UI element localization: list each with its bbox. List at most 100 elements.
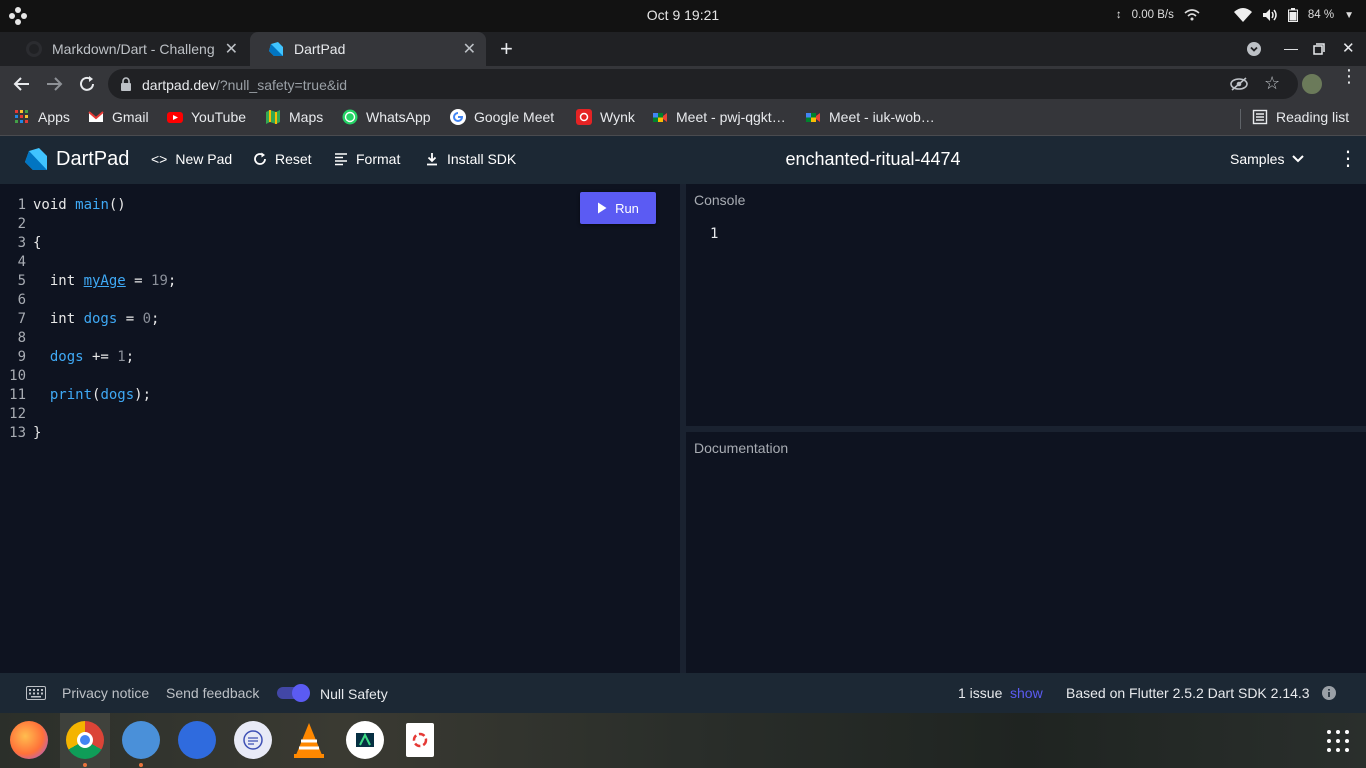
line-number: 4	[17, 254, 26, 270]
more-vert-icon[interactable]: ⋮	[1338, 148, 1358, 170]
battery-percent: 84 %	[1307, 9, 1335, 21]
keyboard-icon[interactable]	[26, 686, 46, 703]
code-line: 12	[0, 406, 26, 425]
wynk-icon	[576, 109, 592, 125]
console-pane: Console 1	[686, 184, 1366, 426]
bookmark-wynk[interactable]: Wynk	[576, 109, 635, 125]
documentation-pane: Documentation	[686, 432, 1366, 673]
new-tab-button[interactable]: +	[500, 36, 513, 62]
reading-list-button[interactable]: Reading list	[1252, 109, 1349, 125]
bookmark-label: Apps	[38, 109, 70, 125]
code-line: 7 int dogs = 0;	[0, 311, 160, 330]
code-line: 4	[0, 254, 26, 273]
window-close-icon[interactable]: ✕	[1342, 39, 1355, 57]
minimize-icon[interactable]: —	[1284, 40, 1298, 56]
run-label: Run	[615, 200, 639, 216]
forward-icon[interactable]	[44, 74, 64, 99]
tab-search-icon[interactable]	[1246, 41, 1262, 62]
dartpad-footer: Privacy notice Send feedback Null Safety…	[0, 673, 1366, 713]
url-domain: dartpad.dev	[142, 77, 216, 93]
line-number: 8	[17, 330, 26, 346]
line-number: 1	[17, 197, 26, 213]
bookmark-label: YouTube	[191, 109, 247, 125]
bookmark-meet-1[interactable]: Meet - pwj-qgkt…	[652, 109, 786, 125]
info-icon[interactable]	[1322, 686, 1336, 703]
trash-icon[interactable]	[406, 723, 434, 757]
more-vert-icon[interactable]: ⋮	[1340, 67, 1358, 85]
github-icon	[26, 41, 42, 57]
bookmark-star-icon[interactable]: ☆	[1264, 73, 1280, 94]
tab-markdown-dart[interactable]: Markdown/Dart - Challeng ✕	[8, 32, 248, 66]
android-studio-icon[interactable]	[346, 721, 384, 759]
samples-dropdown[interactable]: Samples	[1230, 151, 1305, 167]
bookmarks-bar: Apps Gmail YouTube Maps WhatsApp Google …	[0, 102, 1366, 136]
taskbar-dock	[0, 713, 1366, 768]
omnibox[interactable]: dartpad.dev/?null_safety=true&id ☆	[108, 69, 1298, 99]
maximize-icon[interactable]	[1313, 42, 1325, 60]
network-speed-icon: ↕	[1115, 9, 1122, 21]
code-editor[interactable]: 1 void main() 2 3{ 4 5 int myAge = 19; 6 …	[0, 184, 680, 673]
line-number: 12	[9, 406, 26, 422]
battery-icon	[1287, 8, 1298, 22]
pad-title[interactable]: enchanted-ritual-4474	[0, 149, 1366, 170]
tab-dartpad[interactable]: DartPad ✕	[250, 32, 486, 66]
back-icon[interactable]	[12, 74, 32, 99]
lock-icon[interactable]	[120, 77, 132, 96]
line-number: 11	[9, 387, 26, 403]
hotspot-icon	[1184, 9, 1200, 21]
bookmark-google-meet[interactable]: Google Meet	[450, 109, 554, 125]
bookmark-maps[interactable]: Maps	[265, 109, 323, 125]
chevron-down-icon: ▼	[1344, 9, 1354, 21]
running-indicator	[83, 763, 87, 767]
line-number: 9	[17, 349, 26, 365]
code-line: 9 dogs += 1;	[0, 349, 135, 368]
code-line: 8	[0, 330, 26, 349]
code-line: 6	[0, 292, 26, 311]
profile-avatar[interactable]	[1300, 72, 1324, 96]
system-tray[interactable]: ↕ 0.00 B/s 84 % ▼	[1116, 8, 1354, 22]
close-icon[interactable]: ✕	[225, 39, 238, 59]
reading-list-icon	[1252, 109, 1268, 125]
bookmark-label: Wynk	[600, 109, 635, 125]
line-number: 10	[9, 368, 26, 384]
bookmark-label: WhatsApp	[366, 109, 431, 125]
address-bar-row: dartpad.dev/?null_safety=true&id ☆ ⋮	[0, 66, 1366, 102]
tab-title: DartPad	[294, 41, 346, 57]
code-line: 1 void main()	[0, 197, 126, 216]
console-title: Console	[694, 192, 746, 208]
line-number: 3	[17, 235, 26, 251]
code-line: 13}	[0, 425, 41, 444]
software-icon[interactable]	[178, 721, 216, 759]
text-editor-icon[interactable]	[234, 721, 272, 759]
vlc-icon[interactable]	[292, 721, 326, 764]
firefox-icon[interactable]	[10, 721, 48, 759]
eye-off-icon[interactable]	[1230, 76, 1248, 97]
reading-list-label: Reading list	[1276, 109, 1350, 125]
run-button[interactable]: Run	[580, 192, 656, 224]
google-icon	[450, 109, 466, 125]
reload-icon[interactable]	[77, 74, 97, 99]
bookmark-gmail[interactable]: Gmail	[88, 109, 149, 125]
meet-icon	[653, 113, 667, 122]
system-top-bar: Oct 9 19:21 ↕ 0.00 B/s 84 % ▼	[0, 0, 1366, 32]
bookmark-youtube[interactable]: YouTube	[167, 109, 246, 125]
app-grid-icon[interactable]	[1326, 729, 1350, 758]
show-issues-link[interactable]: show	[1010, 685, 1043, 701]
chrome-icon[interactable]	[66, 721, 104, 759]
close-icon[interactable]: ✕	[463, 39, 476, 59]
bookmark-apps[interactable]: Apps	[14, 109, 70, 125]
send-feedback-link[interactable]: Send feedback	[166, 685, 259, 701]
null-safety-toggle[interactable]	[277, 684, 311, 702]
privacy-notice-link[interactable]: Privacy notice	[62, 685, 149, 701]
files-icon[interactable]	[122, 721, 160, 759]
chevron-down-icon	[1292, 155, 1305, 163]
url-path: /?null_safety=true&id	[215, 77, 348, 93]
url-text[interactable]: dartpad.dev/?null_safety=true&id	[142, 77, 347, 93]
bookmark-meet-2[interactable]: Meet - iuk-wob…	[805, 109, 935, 125]
running-indicator	[139, 763, 143, 767]
code-line: 10	[0, 368, 26, 387]
line-number: 13	[9, 425, 26, 441]
bookmark-whatsapp[interactable]: WhatsApp	[342, 109, 431, 125]
documentation-title: Documentation	[694, 440, 789, 456]
youtube-icon	[167, 112, 183, 123]
